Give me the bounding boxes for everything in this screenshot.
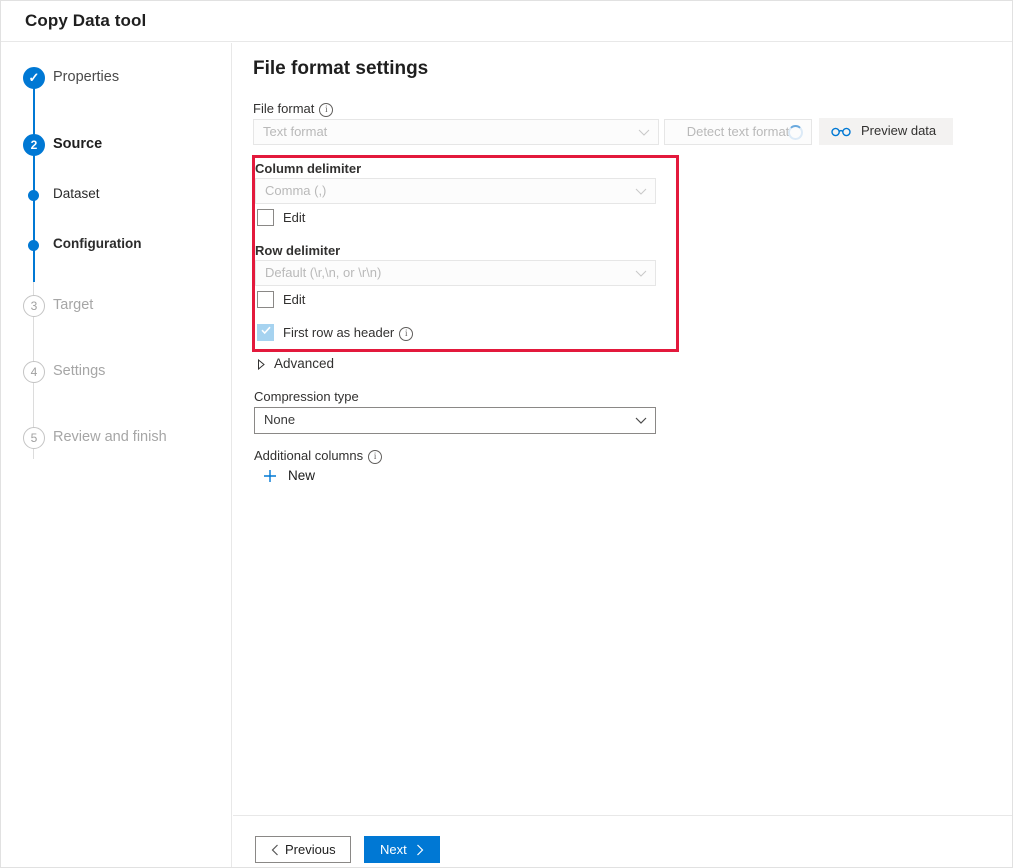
preview-data-button[interactable]: Preview data — [819, 118, 953, 145]
step-marker-done-icon: ✓ — [23, 67, 45, 89]
additional-columns-label: Additional columnsi — [254, 448, 382, 464]
checkmark-icon — [260, 324, 272, 336]
sidebar-item-label: Review and finish — [53, 429, 167, 445]
column-delimiter-edit-checkbox[interactable] — [257, 209, 274, 226]
detect-text-format-button[interactable]: Detect text format — [664, 119, 812, 145]
compression-type-value: None — [264, 412, 295, 427]
step-marker-number: 3 — [23, 295, 45, 317]
detect-text-format-label: Detect text format — [687, 124, 790, 139]
copy-data-tool-window: Copy Data tool ✓ Properties 2 Source Dat… — [0, 0, 1013, 868]
sidebar-subitem-dataset[interactable]: Dataset — [1, 184, 232, 208]
page-title: File format settings — [253, 58, 428, 80]
column-delimiter-dropdown[interactable]: Comma (,) — [255, 178, 656, 204]
info-icon[interactable]: i — [368, 450, 382, 464]
chevron-down-icon — [635, 267, 647, 279]
sidebar-subitem-configuration[interactable]: Configuration — [1, 234, 232, 258]
sidebar-item-target[interactable]: 3 Target — [1, 292, 232, 322]
chevron-right-icon — [257, 359, 266, 370]
row-delimiter-label: Row delimiter — [255, 243, 340, 258]
compression-type-dropdown[interactable]: None — [254, 407, 656, 434]
previous-button[interactable]: Previous — [255, 836, 351, 863]
wizard-rail: ✓ Properties 2 Source Dataset Configurat… — [1, 43, 232, 868]
substep-dot-icon — [28, 190, 39, 201]
column-delimiter-label: Column delimiter — [255, 161, 361, 176]
plus-icon — [262, 468, 278, 484]
compression-type-label: Compression type — [254, 389, 359, 404]
next-button[interactable]: Next — [364, 836, 440, 863]
chevron-down-icon — [635, 414, 647, 426]
chevron-down-icon — [635, 185, 647, 197]
info-icon[interactable]: i — [399, 327, 413, 341]
info-icon[interactable]: i — [319, 103, 333, 117]
window-titlebar: Copy Data tool — [1, 1, 1012, 42]
sidebar-item-source[interactable]: 2 Source — [1, 131, 232, 161]
sidebar-subitem-label: Dataset — [53, 186, 100, 201]
sidebar-item-review-and-finish[interactable]: 5 Review and finish — [1, 424, 232, 454]
row-delimiter-value: Default (\r,\n, or \r\n) — [265, 265, 381, 280]
file-format-dropdown[interactable]: Text format — [253, 119, 659, 145]
chevron-down-icon — [638, 126, 650, 138]
file-format-label: File formati — [253, 101, 333, 117]
sidebar-subitem-label: Configuration — [53, 236, 141, 251]
first-row-as-header-checkbox[interactable] — [257, 324, 274, 341]
chevron-left-icon — [271, 844, 279, 856]
sidebar-item-properties[interactable]: ✓ Properties — [1, 64, 232, 94]
first-row-as-header-label: First row as headeri — [283, 325, 413, 341]
wizard-footer: Previous Next — [233, 815, 1012, 867]
glasses-icon — [831, 124, 851, 138]
sidebar-item-settings[interactable]: 4 Settings — [1, 358, 232, 388]
row-delimiter-dropdown[interactable]: Default (\r,\n, or \r\n) — [255, 260, 656, 286]
step-marker-number: 2 — [23, 134, 45, 156]
preview-data-label: Preview data — [861, 123, 936, 138]
sidebar-item-label: Properties — [53, 69, 119, 85]
step-marker-number: 5 — [23, 427, 45, 449]
sidebar-item-label: Source — [53, 136, 102, 152]
substep-dot-icon — [28, 240, 39, 251]
row-delimiter-edit-label: Edit — [283, 292, 305, 307]
advanced-label: Advanced — [274, 356, 334, 371]
window-title: Copy Data tool — [25, 11, 146, 31]
next-label: Next — [380, 842, 407, 857]
column-delimiter-value: Comma (,) — [265, 183, 326, 198]
sidebar-item-label: Settings — [53, 363, 105, 379]
add-new-column-label: New — [288, 468, 315, 483]
column-delimiter-edit-label: Edit — [283, 210, 305, 225]
row-delimiter-edit-checkbox[interactable] — [257, 291, 274, 308]
previous-label: Previous — [285, 842, 336, 857]
file-format-value: Text format — [263, 124, 327, 139]
sidebar-item-label: Target — [53, 297, 93, 313]
loading-spinner-icon — [788, 125, 803, 140]
step-marker-number: 4 — [23, 361, 45, 383]
chevron-right-icon — [416, 844, 424, 856]
